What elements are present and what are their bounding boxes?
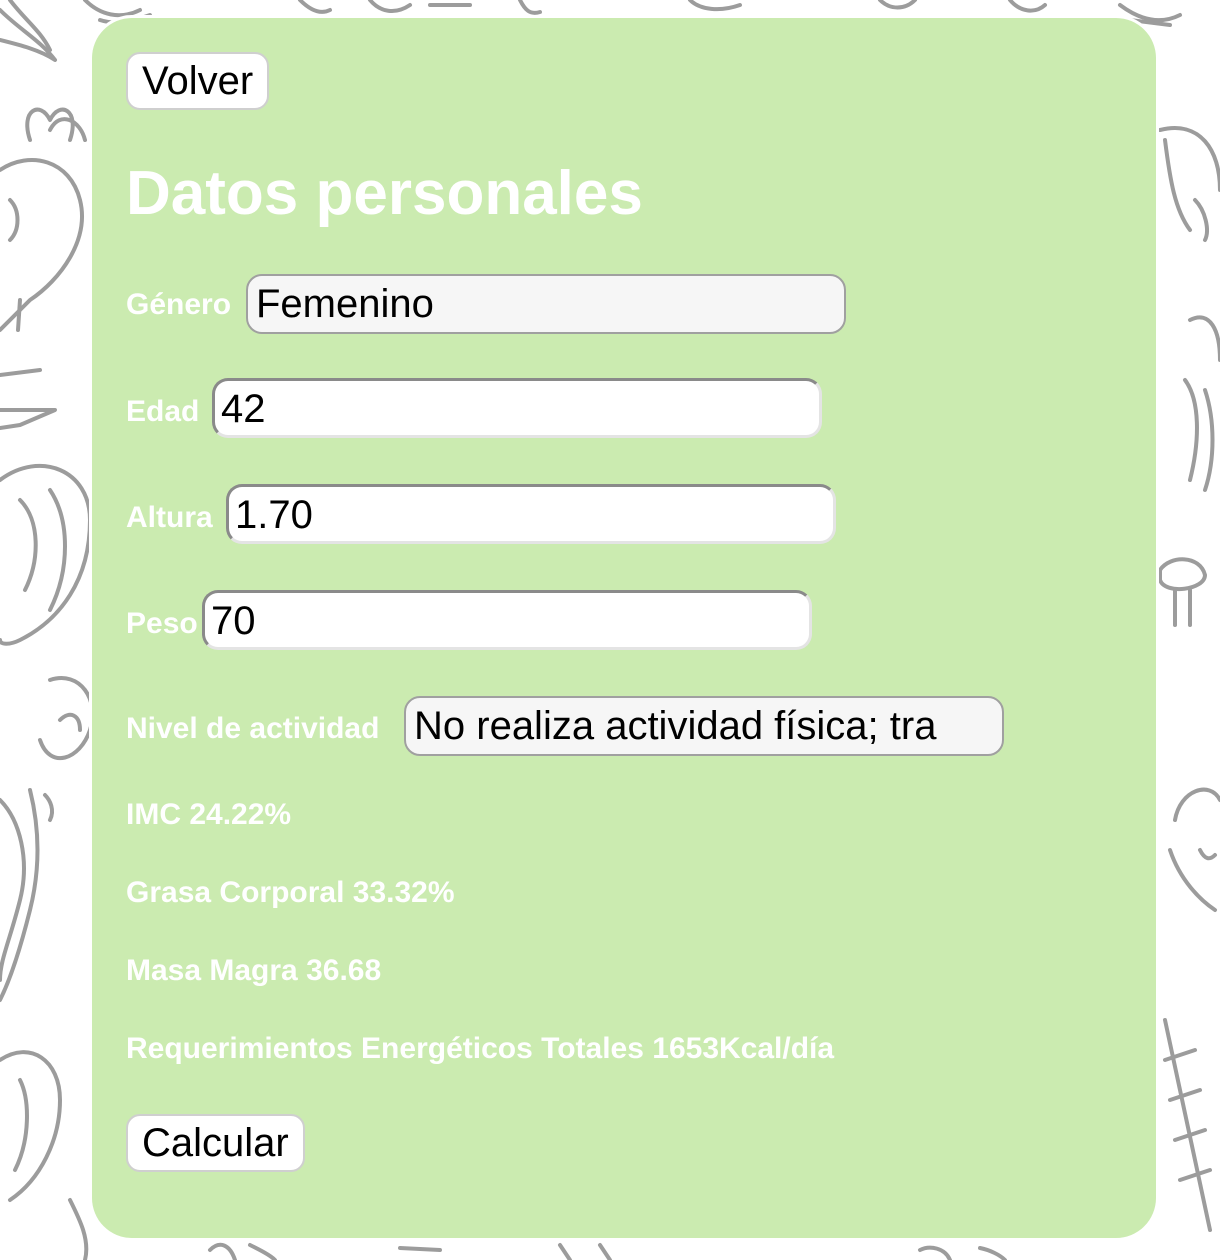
imc-value: 24.22% bbox=[189, 798, 292, 831]
pepper-icon bbox=[1158, 126, 1220, 242]
mushroom-icon bbox=[1158, 557, 1207, 627]
personal-data-card: Volver Datos personales Género Femenino … bbox=[92, 18, 1156, 1238]
gender-select[interactable]: Femenino bbox=[246, 274, 846, 334]
energy-label: Requerimientos Energéticos Totales bbox=[126, 1032, 644, 1065]
lean-mass-value: 36.68 bbox=[306, 954, 382, 987]
asparagus-icon bbox=[0, 788, 55, 1002]
body-fat-result: Grasa Corporal 33.32% bbox=[126, 876, 455, 910]
imc-result: IMC 24.22% bbox=[126, 798, 291, 832]
body-fat-value: 33.32% bbox=[352, 876, 455, 909]
back-button[interactable]: Volver bbox=[126, 52, 270, 110]
carrot-icon bbox=[208, 1242, 1007, 1260]
body-fat-label: Grasa Corporal bbox=[126, 876, 345, 909]
energy-value: 1653Kcal/día bbox=[652, 1032, 835, 1065]
activity-label: Nivel de actividad bbox=[126, 712, 380, 745]
lettuce-icon bbox=[1183, 315, 1220, 492]
mushroom-icon bbox=[0, 1050, 89, 1260]
calculate-button[interactable]: Calcular bbox=[126, 1114, 305, 1172]
height-label: Altura bbox=[126, 501, 213, 534]
height-input[interactable]: 1.70 bbox=[226, 484, 836, 544]
pepper-icon bbox=[38, 676, 95, 761]
broccoli-icon bbox=[1168, 787, 1220, 912]
lean-mass-label: Masa Magra bbox=[126, 954, 298, 987]
weight-label: Peso bbox=[126, 607, 198, 640]
asparagus-icon bbox=[1163, 1018, 1212, 1232]
carrot-icon bbox=[0, 368, 57, 430]
age-label: Edad bbox=[126, 395, 200, 428]
weight-input[interactable]: 70 bbox=[202, 590, 812, 650]
cabbage-icon bbox=[0, 463, 92, 646]
imc-label: IMC bbox=[126, 798, 181, 831]
lean-mass-result: Masa Magra 36.68 bbox=[126, 954, 381, 988]
page-title: Datos personales bbox=[126, 159, 643, 228]
age-input[interactable]: 42 bbox=[212, 378, 822, 438]
activity-select[interactable]: No realiza actividad física; tra bbox=[404, 696, 1004, 756]
radish-icon bbox=[0, 107, 87, 332]
gender-label: Género bbox=[126, 288, 232, 321]
energy-result: Requerimientos Energéticos Totales 1653K… bbox=[126, 1032, 834, 1066]
